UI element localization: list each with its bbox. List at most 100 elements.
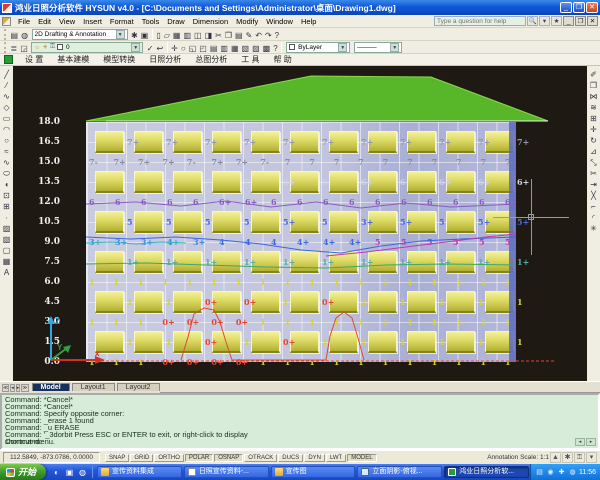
fillet-icon[interactable]: ◜ [588,211,600,222]
hysun-menu-item[interactable]: 总图分析 [188,55,234,64]
toolbar-grip[interactable] [4,42,7,53]
toolbar-grip[interactable] [4,29,7,40]
chevron-down-icon[interactable]: ▼ [116,30,125,39]
toggle-osnap[interactable]: OSNAP [214,454,243,462]
polygon-icon[interactable]: ◇ [1,101,13,112]
taskbar-button[interactable]: 宣传资料集成 [97,466,182,478]
region-icon[interactable]: ▢ [1,244,13,255]
hatch-icon[interactable]: ▨ [1,222,13,233]
doc-minimize-button[interactable]: _ [563,16,574,26]
search-dropdown-icon[interactable]: 🔍 [527,16,538,26]
chevron-down-icon[interactable]: ▼ [390,43,399,52]
designcenter-icon[interactable]: ▥ [219,43,229,54]
color-dropdown[interactable]: ByLayer ▼ [286,42,350,53]
toolpalettes-icon[interactable]: ▦ [230,43,240,54]
linetype-dropdown[interactable]: ——— ▼ [354,42,402,53]
make-current-icon[interactable]: ✓ [146,43,155,54]
toggle-snap[interactable]: SNAP [105,454,129,462]
layer-manager-icon[interactable]: ≣ [10,43,19,54]
hysun-menu-item[interactable]: 设 置 [18,55,50,64]
array-icon[interactable]: ⊞ [588,112,600,123]
mtext-icon[interactable]: A [1,266,13,277]
markup-icon[interactable]: ▨ [251,43,261,54]
hysun-menu-item[interactable]: 帮 助 [266,55,298,64]
toggle-lwt[interactable]: LWT [326,454,346,462]
polyline-icon[interactable]: ∿ [1,90,13,101]
pan-icon[interactable]: ✛ [170,43,179,54]
revcloud-icon[interactable]: ≈ [1,145,13,156]
search-go-icon[interactable]: ▾ [539,16,550,26]
annotation-visibility-icon[interactable]: ▲ [550,452,561,463]
chevron-down-icon[interactable]: ▼ [338,43,347,52]
help2-icon[interactable]: ? [272,43,278,54]
favorites-star-icon[interactable]: ★ [551,16,562,26]
doc-restore-button[interactable]: ❐ [575,16,586,26]
zoom-window-icon[interactable]: ◱ [188,43,198,54]
move-icon[interactable]: ✛ [588,123,600,134]
scanner-icon[interactable]: ▤ [535,468,544,476]
insert-block-icon[interactable]: ⊡ [1,189,13,200]
spline-icon[interactable]: ∿ [1,156,13,167]
tab-layout1[interactable]: Layout1 [72,383,115,391]
layer-dropdown[interactable]: ☼ ☀ ⚿ 0 ▼ [31,42,143,53]
offset-icon[interactable]: ≋ [588,101,600,112]
chevron-down-icon[interactable]: ▼ [131,43,140,52]
hysun-menu-item[interactable]: 工 具 [234,55,266,64]
clock[interactable]: 11:56 [579,469,596,476]
explode-icon[interactable]: ✳ [588,222,600,233]
chamfer-icon[interactable]: ⌐ [588,200,600,211]
command-prompt[interactable]: Command: [5,437,42,446]
ie-icon[interactable]: ◐ [51,467,62,478]
stretch-icon[interactable]: ⤡ [588,156,600,167]
rotate-icon[interactable]: ↻ [588,134,600,145]
close-button[interactable]: ✕ [586,2,598,13]
menu-item-edit[interactable]: Edit [34,17,55,26]
help-search-input[interactable] [434,16,526,26]
sheetset-icon[interactable]: ▧ [241,43,251,54]
ellipse-icon[interactable]: ⬭ [1,167,13,178]
properties-icon[interactable]: ▤ [209,43,219,54]
player-icon[interactable]: ◍ [77,467,88,478]
line-icon[interactable]: ╱ [1,68,13,79]
toggle-model[interactable]: MODEL [347,454,376,462]
arc-icon[interactable]: ◠ [1,123,13,134]
hysun-menu-item[interactable]: 基本建模 [50,55,96,64]
hysun-menu-item[interactable]: 日照分析 [142,55,188,64]
menu-item-view[interactable]: View [55,17,79,26]
xline-icon[interactable]: ⁄ [1,79,13,90]
toggle-grid[interactable]: GRID [130,454,153,462]
tab-nav-icon[interactable]: ◂ [10,384,15,392]
layer-previous-icon[interactable]: ↩ [155,43,164,54]
toggle-ortho[interactable]: ORTHO [154,454,184,462]
toggle-ducs[interactable]: DUCS [278,454,303,462]
command-scroll-icon[interactable]: ▸ [586,438,596,446]
hysun-menu-item[interactable]: 模型转换 [96,55,142,64]
scale-icon[interactable]: ⊿ [588,145,600,156]
network-icon[interactable]: ✚ [557,468,566,476]
toolbar-unlock-icon[interactable]: ⚿ [574,452,585,463]
ellipse-arc-icon[interactable]: ◖ [1,178,13,189]
doc-close-button[interactable]: ✕ [587,16,598,26]
toggle-polar[interactable]: POLAR [185,454,213,462]
zoom-realtime-icon[interactable]: ○ [180,43,187,54]
status-menu-icon[interactable]: ▾ [586,452,597,463]
trim-icon[interactable]: ✂ [588,167,600,178]
tab-layout2[interactable]: Layout2 [117,383,160,391]
workspace-settings-icon[interactable]: ✱ [130,30,139,41]
calc-icon[interactable]: ▩ [262,43,272,54]
zoom-previous-icon[interactable]: ◰ [198,43,208,54]
menu-item-insert[interactable]: Insert [79,17,106,26]
tab-model[interactable]: Model [32,383,70,391]
break-icon[interactable]: ╳ [588,189,600,200]
antivirus-icon[interactable]: ◍ [568,468,577,476]
command-scroll-icon[interactable]: ◂ [575,438,585,446]
tab-nav-icon[interactable]: ≪ [2,384,9,392]
copy-object-icon[interactable]: ❐ [588,79,600,90]
annotation-scale-label[interactable]: Annotation Scale: 1:1 [487,454,549,461]
tab-nav-icon[interactable]: ≫ [21,384,28,392]
point-icon[interactable]: ∙ [1,211,13,222]
toggle-otrack[interactable]: OTRACK [244,454,277,462]
start-button[interactable]: 开始 [0,464,46,480]
autoscale-icon[interactable]: ✱ [562,452,573,463]
tab-nav-icon[interactable]: ▸ [16,384,21,392]
